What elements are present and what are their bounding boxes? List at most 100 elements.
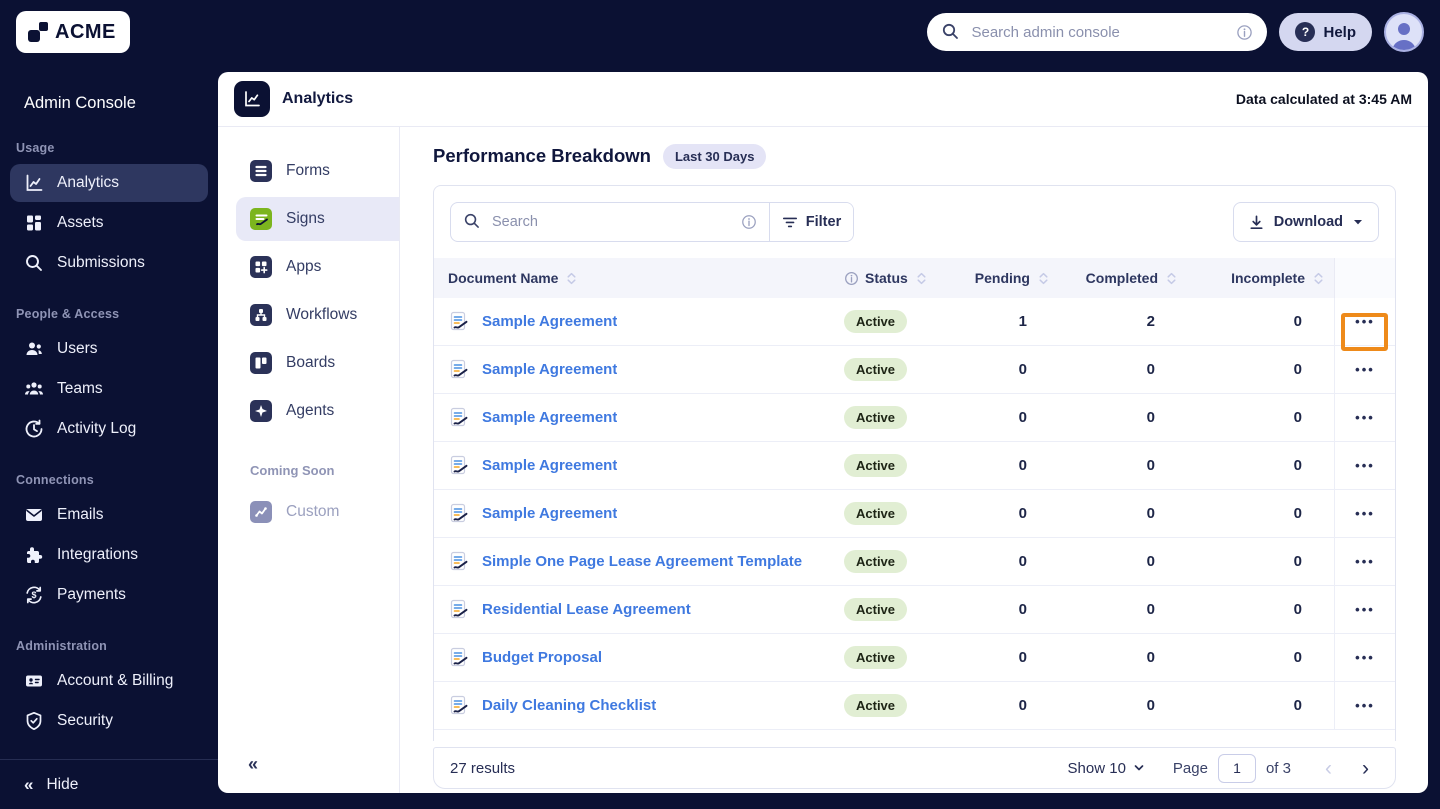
sidebar-item-agents[interactable]: Agents xyxy=(218,389,399,433)
filter-button[interactable]: Filter xyxy=(769,203,853,241)
sidebar-item-security[interactable]: Security xyxy=(10,702,208,740)
document-icon xyxy=(448,455,470,477)
document-link[interactable]: Budget Proposal xyxy=(482,649,602,666)
sidebar-item-activity-log[interactable]: Activity Log xyxy=(10,410,208,448)
sidebar-item-workflows[interactable]: Workflows xyxy=(218,293,399,337)
avatar[interactable] xyxy=(1384,12,1424,52)
document-link[interactable]: Sample Agreement xyxy=(482,361,617,378)
results-count: 27 results xyxy=(450,759,516,777)
puzzle-icon xyxy=(24,545,44,565)
row-actions-button[interactable]: ••• xyxy=(1347,501,1383,526)
completed-cell: 0 xyxy=(1146,457,1155,474)
sidebar-item-signs[interactable]: Signs xyxy=(236,197,399,241)
table-row: Sample Agreement Active 1 2 0 ••• xyxy=(434,298,1395,346)
document-link[interactable]: Sample Agreement xyxy=(482,409,617,426)
completed-cell: 0 xyxy=(1146,409,1155,426)
page-total-label: of 3 xyxy=(1265,759,1291,777)
email-icon xyxy=(24,505,44,525)
document-link[interactable]: Sample Agreement xyxy=(482,505,617,522)
completed-cell: 0 xyxy=(1146,361,1155,378)
pending-cell: 0 xyxy=(1018,409,1027,426)
sidebar: Admin Console Usage Analytics Assets Sub… xyxy=(0,64,218,809)
next-page-button[interactable]: › xyxy=(1352,758,1379,779)
admin-search-bar xyxy=(927,13,1268,51)
sidebar-item-forms[interactable]: Forms xyxy=(218,149,399,193)
incomplete-cell: 0 xyxy=(1293,313,1302,330)
sidebar-item-assets[interactable]: Assets xyxy=(10,204,208,242)
sidebar-item-payments[interactable]: $ Payments xyxy=(10,576,208,614)
page-number-input[interactable] xyxy=(1217,753,1256,783)
row-actions-button[interactable]: ••• xyxy=(1347,357,1383,382)
data-calculated-note: Data calculated at 3:45 AM xyxy=(1235,91,1412,107)
panel-title: Analytics xyxy=(282,90,354,107)
users-icon xyxy=(24,339,44,359)
filter-icon xyxy=(782,214,798,230)
row-actions-button[interactable]: ••• xyxy=(1347,309,1383,334)
help-button[interactable]: ? Help xyxy=(1279,13,1372,51)
column-header-pending[interactable]: Pending xyxy=(954,258,1059,298)
show-per-page-select[interactable]: Show 10 xyxy=(1068,760,1145,777)
previous-page-button[interactable]: ‹ xyxy=(1315,758,1342,779)
document-icon xyxy=(448,311,470,333)
column-header-completed[interactable]: Completed xyxy=(1059,258,1187,298)
row-actions-button[interactable]: ••• xyxy=(1347,597,1383,622)
performance-table-card: Filter Download Document Name xyxy=(433,185,1396,741)
column-header-incomplete[interactable]: Incomplete xyxy=(1187,258,1334,298)
sort-icon xyxy=(914,271,929,286)
collapse-subsidebar-button[interactable]: « xyxy=(248,754,268,775)
download-button[interactable]: Download xyxy=(1232,202,1379,242)
document-link[interactable]: Simple One Page Lease Agreement Template xyxy=(482,553,802,570)
sub-item-label: Workflows xyxy=(286,306,358,323)
sidebar-item-account-billing[interactable]: Account & Billing xyxy=(10,662,208,700)
acme-logo[interactable]: ACME xyxy=(16,11,130,53)
column-header-actions xyxy=(1334,258,1395,298)
document-link[interactable]: Sample Agreement xyxy=(482,457,617,474)
document-icon xyxy=(448,647,470,669)
workflows-icon xyxy=(250,304,272,326)
teams-icon xyxy=(24,379,44,399)
pending-cell: 0 xyxy=(1018,649,1027,666)
admin-search-input[interactable] xyxy=(971,23,1227,41)
sidebar-item-boards[interactable]: Boards xyxy=(218,341,399,385)
document-icon xyxy=(448,407,470,429)
row-actions-button[interactable]: ••• xyxy=(1347,405,1383,430)
incomplete-cell: 0 xyxy=(1293,697,1302,714)
sidebar-item-teams[interactable]: Teams xyxy=(10,370,208,408)
shield-icon xyxy=(24,711,44,731)
chevron-down-icon xyxy=(1352,216,1364,228)
main-content: Performance Breakdown Last 30 Days Searc… xyxy=(400,127,1428,793)
sub-item-label: Boards xyxy=(286,354,336,371)
assets-icon xyxy=(24,213,44,233)
row-actions-button[interactable]: ••• xyxy=(1347,453,1383,478)
sidebar-item-integrations[interactable]: Integrations xyxy=(10,536,208,574)
row-actions-button[interactable]: ••• xyxy=(1347,693,1383,718)
sidebar-item-apps[interactable]: Apps xyxy=(218,245,399,289)
sub-item-label: Agents xyxy=(286,402,335,419)
pending-cell: 0 xyxy=(1018,361,1027,378)
hide-sidebar-button[interactable]: « Hide xyxy=(0,759,218,809)
table-row: Sample Agreement Active 0 0 0 ••• xyxy=(434,394,1395,442)
sidebar-item-emails[interactable]: Emails xyxy=(10,496,208,534)
incomplete-cell: 0 xyxy=(1293,649,1302,666)
agents-icon xyxy=(250,400,272,422)
document-link[interactable]: Sample Agreement xyxy=(482,313,617,330)
row-actions-button[interactable]: ••• xyxy=(1347,645,1383,670)
column-header-status[interactable]: Status xyxy=(834,258,954,298)
sidebar-item-submissions[interactable]: Submissions xyxy=(10,244,208,282)
document-link[interactable]: Daily Cleaning Checklist xyxy=(482,697,656,714)
document-icon xyxy=(448,599,470,621)
sidebar-item-analytics[interactable]: Analytics xyxy=(10,164,208,202)
sidebar-title: Admin Console xyxy=(24,94,136,112)
table-search-input[interactable] xyxy=(492,214,732,230)
status-badge: Active xyxy=(844,454,908,477)
sort-icon xyxy=(564,271,579,286)
table-footer: 27 results Show 10 Page of 3 ‹ › xyxy=(433,747,1396,789)
document-link[interactable]: Residential Lease Agreement xyxy=(482,601,691,618)
status-badge: Active xyxy=(844,310,908,333)
column-header-document-name[interactable]: Document Name xyxy=(434,258,834,298)
table-row: Sample Agreement Active 0 0 0 ••• xyxy=(434,442,1395,490)
search-icon xyxy=(463,212,483,232)
sidebar-item-users[interactable]: Users xyxy=(10,330,208,368)
table-header: Document Name Status Pending Completed I… xyxy=(434,258,1395,298)
row-actions-button[interactable]: ••• xyxy=(1347,549,1383,574)
